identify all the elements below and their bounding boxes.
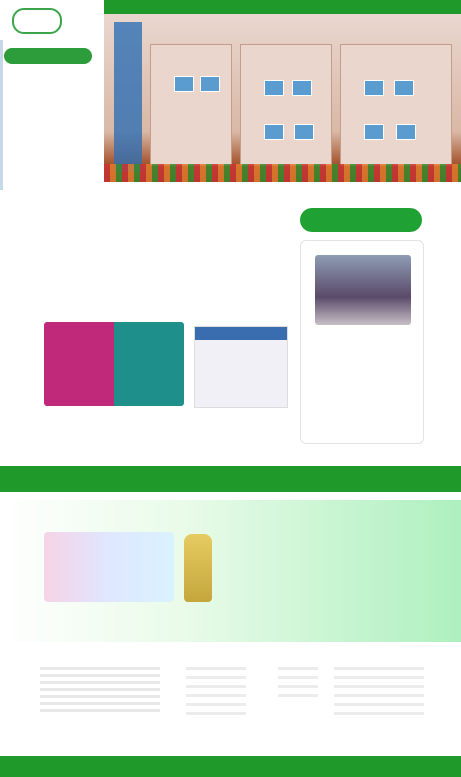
sidebar-item[interactable] — [10, 98, 90, 110]
footer-links[interactable] — [186, 667, 246, 715]
section-band — [0, 466, 461, 492]
footer-links[interactable] — [278, 667, 318, 697]
footer-col-1 — [40, 664, 160, 715]
hero-window — [294, 124, 314, 140]
sidebar-edge — [0, 40, 3, 190]
hero-window — [264, 124, 284, 140]
hero-left-facade — [114, 22, 142, 172]
hero-window — [396, 124, 416, 140]
footer-col-4 — [334, 664, 424, 715]
hero-wall — [240, 44, 332, 166]
news-box — [300, 240, 424, 444]
feature-thumbnail[interactable] — [44, 322, 184, 406]
sidebar-item[interactable] — [10, 74, 90, 86]
top-bar — [104, 0, 461, 14]
news-heading[interactable] — [300, 208, 422, 232]
footer-bar — [0, 756, 461, 777]
hero-wall — [150, 44, 232, 166]
hero-window — [364, 80, 384, 96]
hero-window — [174, 76, 194, 92]
footer-col-3 — [278, 664, 318, 697]
footer-text-block — [40, 667, 160, 715]
news-image[interactable] — [315, 255, 411, 325]
sidebar-list — [10, 74, 90, 134]
feature-thumbnail[interactable] — [194, 326, 288, 408]
hero-window — [200, 76, 220, 92]
hero-flowers — [104, 164, 461, 182]
sidebar-item[interactable] — [10, 110, 90, 122]
hero-window — [292, 80, 312, 96]
promo-image[interactable] — [44, 532, 174, 602]
footer-col-2 — [186, 664, 246, 715]
hero-wall — [340, 44, 452, 166]
footer-contact — [334, 667, 424, 715]
sidebar-item[interactable] — [10, 86, 90, 98]
bottle-image — [184, 534, 212, 602]
sidebar-item[interactable] — [10, 122, 90, 134]
logo[interactable] — [12, 8, 62, 34]
hero-window — [364, 124, 384, 140]
sidebar-heading[interactable] — [4, 48, 92, 64]
hero-window — [264, 80, 284, 96]
hero-image — [104, 14, 461, 182]
hero-window — [394, 80, 414, 96]
